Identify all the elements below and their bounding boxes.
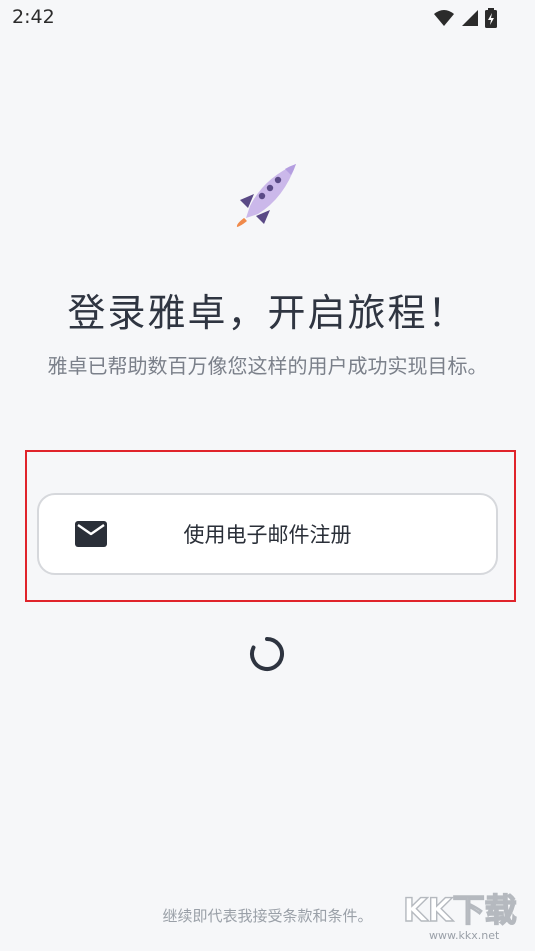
email-signup-button[interactable]: 使用电子邮件注册 (37, 493, 498, 575)
email-signup-label: 使用电子邮件注册 (183, 523, 352, 547)
spinner-icon (250, 637, 284, 671)
page-title: 登录雅卓，开启旅程！ (67, 291, 468, 335)
rocket-icon (236, 164, 296, 227)
page-subtitle: 雅卓已帮助数百万像您这样的用户成功实现目标。 (47, 354, 488, 378)
svg-text:KK下载: KK下载 (403, 891, 517, 929)
status-time: 2:42 (12, 6, 55, 28)
signal-icon (462, 10, 478, 26)
watermark-logo: KK下载 www.kkx.net (402, 890, 517, 942)
status-icons (433, 8, 497, 28)
battery-icon (485, 8, 497, 28)
wifi-icon (434, 10, 454, 26)
svg-text:www.kkx.net: www.kkx.net (429, 929, 500, 942)
status-bar: 2:42 (0, 0, 535, 36)
